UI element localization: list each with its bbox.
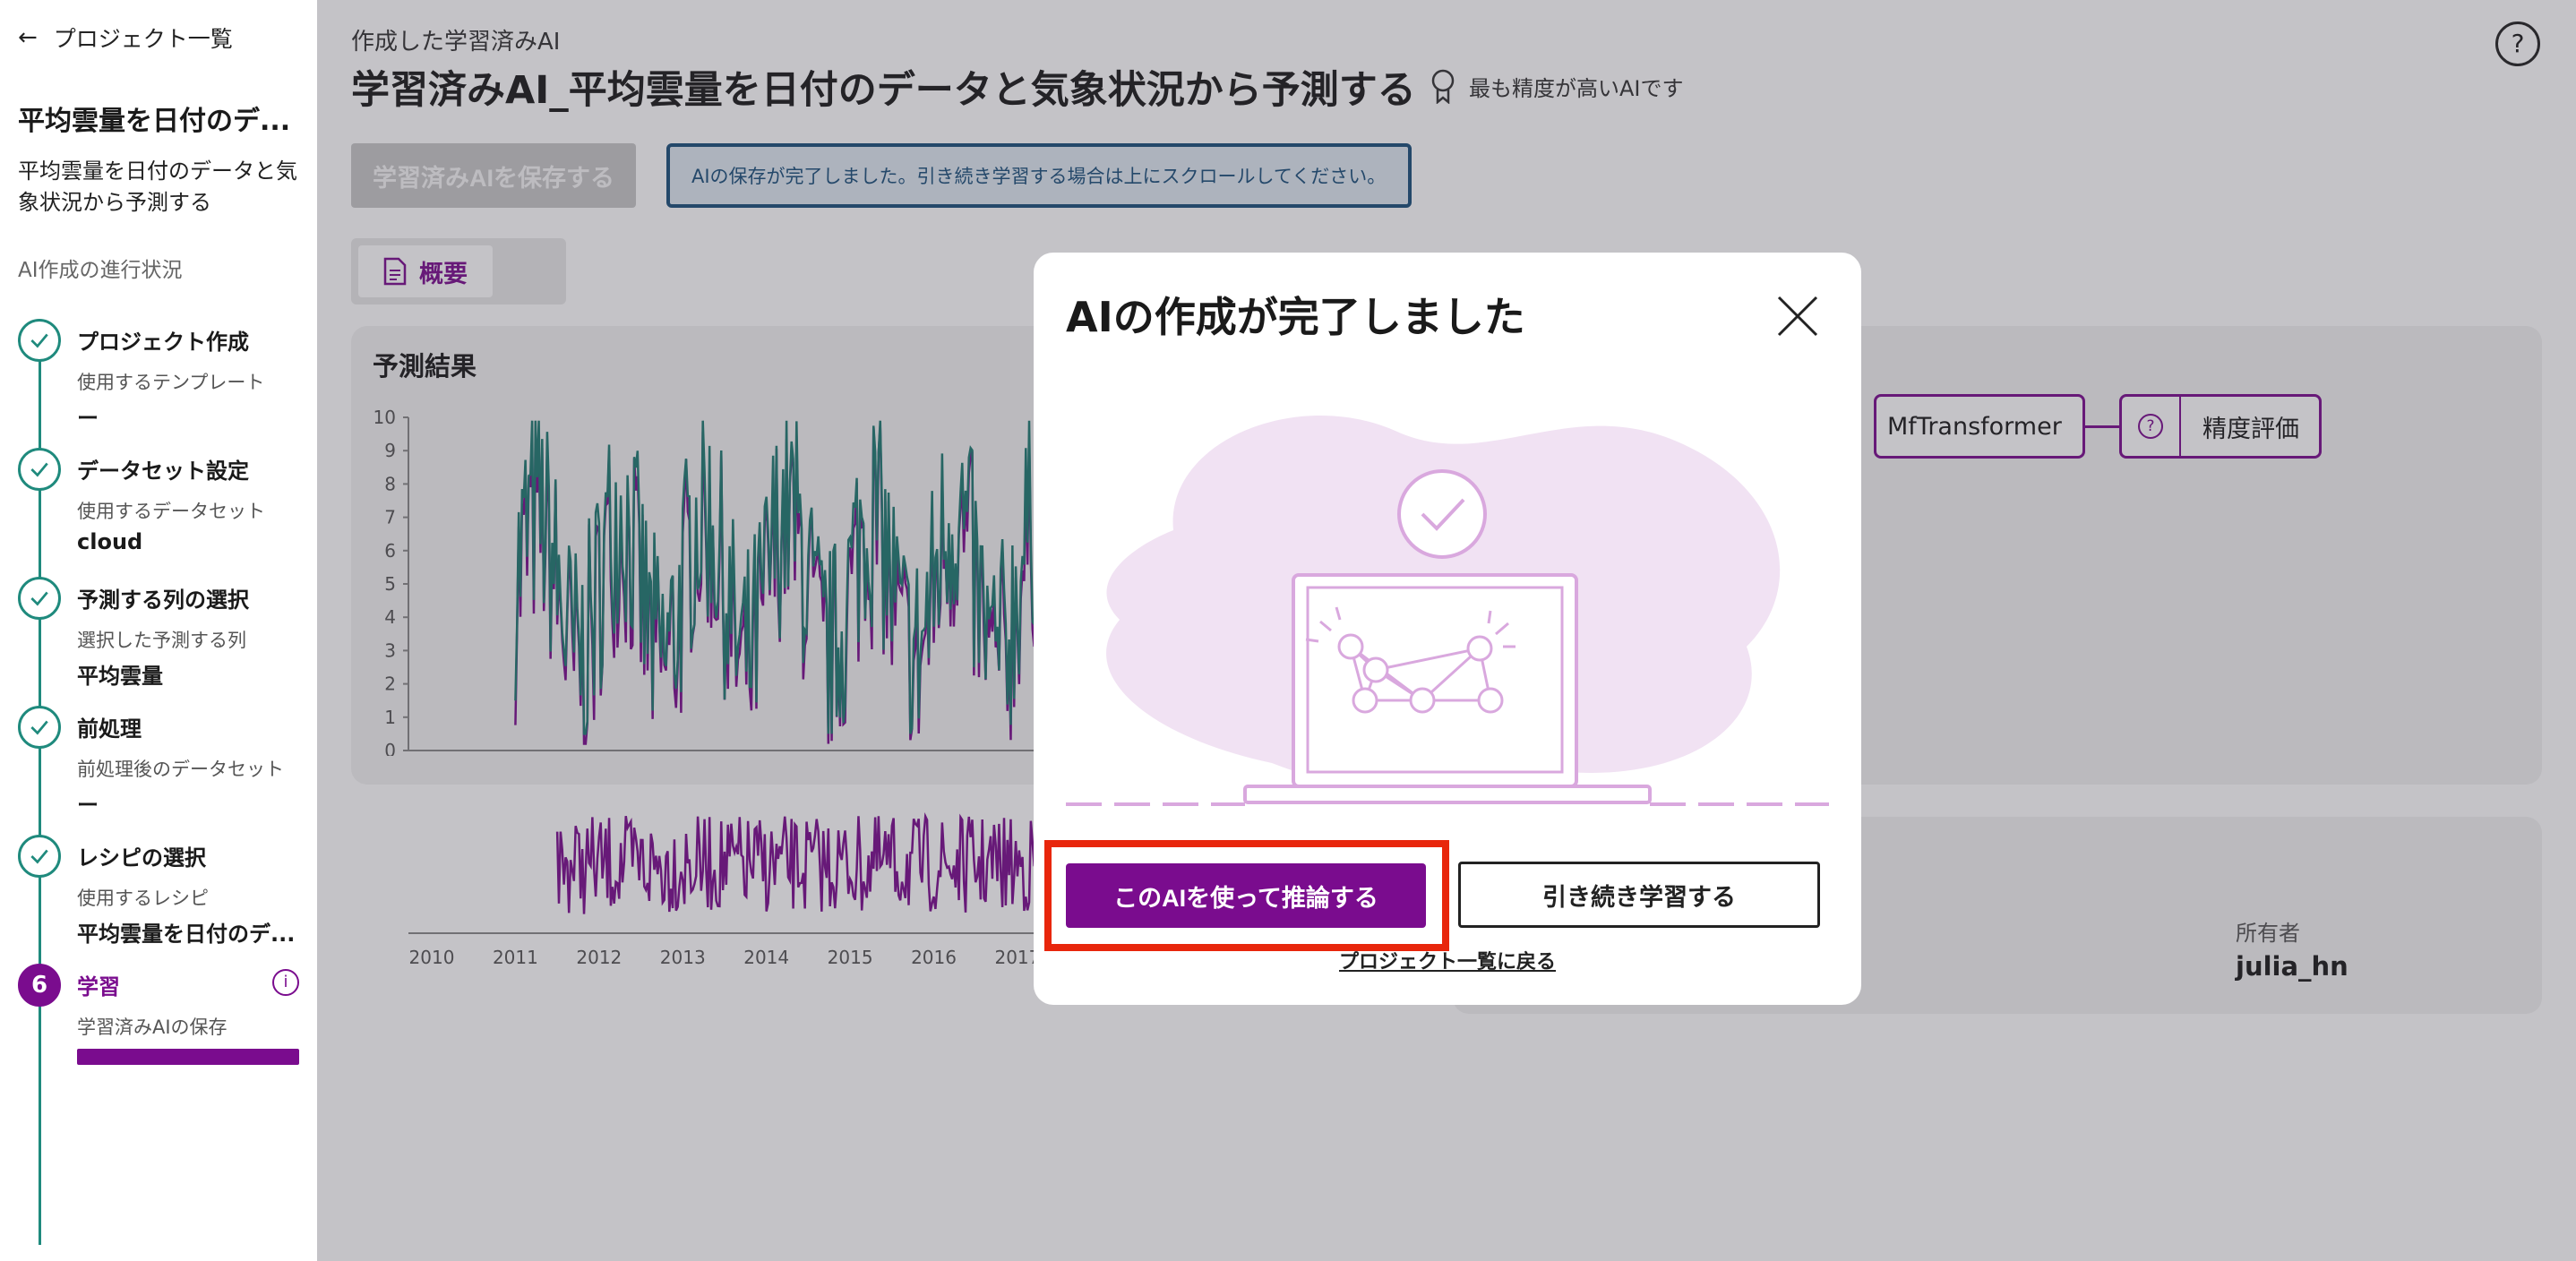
step-dataset[interactable]: データセット設定 使用するデータセット cloud (18, 448, 299, 577)
back-link-label: プロジェクト一覧 (53, 26, 233, 52)
step-sub: 使用するレシピ (77, 888, 209, 909)
project-description: 平均雲量を日付のデータと気象状況から予測する (18, 159, 297, 215)
step-name: プロジェクト作成 (77, 330, 249, 355)
step-project-create[interactable]: プロジェクト作成 使用するテンプレート ー (18, 319, 299, 448)
step-name: 予測する列の選択 (77, 588, 249, 613)
app-root: ← プロジェクト一覧 平均雲量を日付のデ... 平均雲量を日付のデータと気象状況… (0, 0, 2576, 1261)
modal-title: AIの作成が完了しました (1066, 293, 1525, 341)
step-value: 平均雲量 (77, 664, 163, 689)
project-title: 平均雲量を日付のデ... (18, 106, 291, 137)
progress-heading: AI作成の進行状況 (18, 259, 183, 282)
ai-complete-illustration (1066, 416, 1829, 806)
step-value: cloud (77, 529, 143, 554)
step-sub: 学習済みAIの保存 (77, 1017, 228, 1038)
infer-with-ai-button[interactable]: このAIを使って推論する (1066, 863, 1426, 928)
step-preprocess[interactable]: 前処理 前処理後のデータセット ー (18, 706, 299, 835)
check-icon (18, 319, 61, 362)
step-name: 前処理 (77, 716, 142, 742)
back-to-projects-modal-link[interactable]: プロジェクト一覧に戻る (1034, 946, 1861, 974)
progress-steps: プロジェクト作成 使用するテンプレート ー データセット設定 使用するデータセッ… (18, 319, 299, 1245)
arrow-left-icon: ← (18, 24, 38, 51)
step-sub: 前処理後のデータセット (77, 759, 284, 780)
training-progress-bar (77, 1049, 299, 1065)
sidebar: ← プロジェクト一覧 平均雲量を日付のデ... 平均雲量を日付のデータと気象状況… (0, 0, 317, 1261)
step-name: データセット設定 (77, 459, 249, 484)
check-icon (18, 706, 61, 749)
check-icon (18, 577, 61, 620)
step-training[interactable]: 6 学習 i 学習済みAIの保存 (18, 964, 299, 1093)
step-sub: 使用するテンプレート (77, 372, 265, 393)
step-name: 学習 (77, 974, 120, 999)
step-target-column[interactable]: 予測する列の選択 選択した予測する列 平均雲量 (18, 577, 299, 706)
continue-training-button[interactable]: 引き続き学習する (1458, 862, 1820, 928)
completion-modal: AIの作成が完了しました このAIを使って推論する 引き続き学習する プロジェク… (1034, 253, 1861, 1005)
step-sub: 使用するデータセット (77, 501, 265, 522)
step-number-badge: 6 (18, 964, 61, 1007)
info-icon[interactable]: i (272, 969, 299, 996)
step-value: 平均雲量を日付のデ... (77, 922, 296, 947)
step-recipe[interactable]: レシピの選択 使用するレシピ 平均雲量を日付のデ... (18, 835, 299, 964)
step-value: ー (77, 406, 99, 431)
step-value: ー (77, 793, 99, 818)
step-sub: 選択した予測する列 (77, 630, 246, 651)
back-to-projects-link[interactable]: ← プロジェクト一覧 (18, 23, 299, 52)
close-icon[interactable] (1775, 294, 1820, 339)
check-icon (18, 448, 61, 491)
check-icon (18, 835, 61, 878)
step-name: レシピの選択 (77, 845, 206, 871)
